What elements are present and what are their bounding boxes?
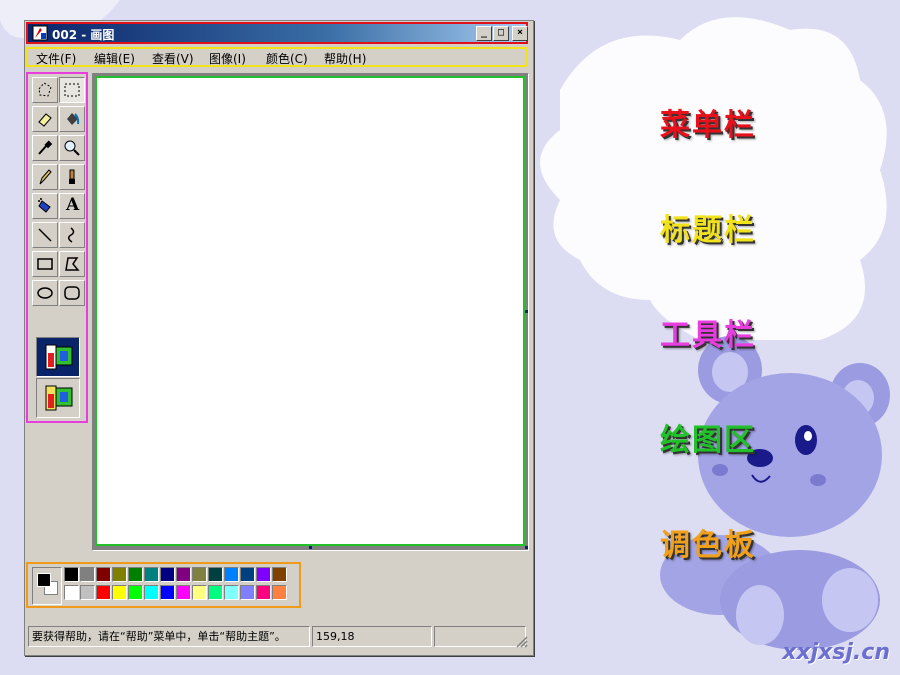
rounded-rect-icon (64, 286, 80, 300)
window-title: 002 - 画图 (52, 28, 115, 42)
option-transparent[interactable] (36, 378, 80, 418)
opaque-option-icon (45, 344, 73, 370)
tool-magnifier[interactable] (59, 135, 85, 161)
line-icon (38, 228, 52, 242)
ellipse-icon (37, 287, 53, 299)
minimize-button[interactable]: _ (476, 26, 492, 41)
palette-swatch[interactable] (64, 585, 79, 600)
tool-polygon[interactable] (59, 251, 85, 277)
tool-rectangle[interactable] (32, 251, 58, 277)
palette-swatch[interactable] (192, 567, 207, 582)
palette-swatch[interactable] (112, 585, 127, 600)
palette-swatch[interactable] (208, 585, 223, 600)
palette-swatch[interactable] (192, 585, 207, 600)
palette-swatch[interactable] (224, 567, 239, 582)
menu-file[interactable]: 文件(F) (36, 50, 76, 67)
tool-pencil[interactable] (32, 164, 58, 190)
foreground-color-swatch[interactable] (37, 573, 51, 587)
option-opaque[interactable] (36, 337, 80, 377)
palette-swatch[interactable] (272, 567, 287, 582)
palette-swatch[interactable] (256, 585, 271, 600)
tool-fill[interactable] (59, 106, 85, 132)
tool-curve[interactable] (59, 222, 85, 248)
resize-handle-right[interactable] (525, 310, 528, 313)
palette-swatch[interactable] (80, 585, 95, 600)
current-colors (32, 567, 62, 605)
palette-swatch[interactable] (160, 567, 175, 582)
canvas-scroll-area (92, 73, 529, 551)
menu-colors[interactable]: 颜色(C) (266, 50, 308, 67)
tool-brush[interactable] (59, 164, 85, 190)
tool-text[interactable]: A (59, 193, 85, 219)
palette-swatch[interactable] (176, 567, 191, 582)
palette-swatch[interactable] (80, 567, 95, 582)
eraser-icon (38, 113, 52, 127)
palette-swatch[interactable] (96, 585, 111, 600)
brush-icon (69, 169, 75, 184)
palette-swatch[interactable] (96, 567, 111, 582)
magnifier-icon (64, 140, 80, 156)
transparent-option-icon (45, 385, 73, 411)
palette-swatch[interactable] (64, 567, 79, 582)
fill-bucket-icon (67, 113, 80, 125)
paint-app-icon (32, 25, 48, 41)
color-picker-icon (38, 140, 53, 155)
tool-color-picker[interactable] (32, 135, 58, 161)
tool-free-select[interactable] (32, 77, 58, 103)
menu-bar: 文件(F) 编辑(E) 查看(V) 图像(I) 颜色(C) 帮助(H) (26, 47, 528, 67)
status-selection-size (434, 626, 526, 647)
polygon-icon (65, 257, 80, 271)
airbrush-icon (38, 198, 51, 213)
tool-ellipse[interactable] (32, 280, 58, 306)
palette-swatch[interactable] (128, 585, 143, 600)
tool-airbrush[interactable] (32, 193, 58, 219)
toolbox: A (26, 72, 88, 423)
pencil-icon (39, 169, 52, 185)
palette-swatch[interactable] (112, 567, 127, 582)
label-drawing-area: 绘图区 (660, 423, 756, 458)
tool-rect-select[interactable] (59, 77, 85, 103)
label-palette: 调色板 (660, 528, 756, 563)
maximize-button[interactable]: □ (493, 26, 509, 41)
palette-swatch[interactable] (240, 567, 255, 582)
palette-swatch[interactable] (240, 585, 255, 600)
menu-image[interactable]: 图像(I) (209, 50, 246, 67)
label-menu-bar: 菜单栏 (660, 108, 756, 143)
palette-swatch[interactable] (144, 585, 159, 600)
palette-swatch[interactable] (128, 567, 143, 582)
resize-handle-corner[interactable] (525, 546, 528, 549)
rect-select-icon (64, 83, 80, 97)
palette-swatch[interactable] (224, 585, 239, 600)
site-watermark: xxjxsj.cn (782, 640, 890, 665)
menu-help[interactable]: 帮助(H) (324, 50, 366, 67)
paint-window: 002 - 画图 _ □ × 文件(F) 编辑(E) 查看(V) 图像(I) 颜… (24, 20, 534, 656)
label-toolbar: 工具栏 (660, 318, 756, 353)
drawing-canvas[interactable] (95, 76, 525, 546)
rectangle-icon (37, 258, 53, 270)
resize-grip-icon[interactable] (514, 634, 528, 648)
title-bar[interactable]: 002 - 画图 _ □ × (26, 22, 528, 44)
palette-swatch[interactable] (160, 585, 175, 600)
status-help-text: 要获得帮助，请在“帮助”菜单中，单击“帮助主题”。 (28, 626, 310, 647)
free-select-icon (38, 82, 52, 97)
palette-swatch[interactable] (144, 567, 159, 582)
status-coordinates: 159,18 (312, 626, 432, 647)
tool-rounded-rect[interactable] (59, 280, 85, 306)
tool-line[interactable] (32, 222, 58, 248)
palette-swatch[interactable] (256, 567, 271, 582)
color-palette (26, 562, 301, 608)
status-bar: 要获得帮助，请在“帮助”菜单中，单击“帮助主题”。 159,18 (26, 624, 530, 650)
curve-icon (68, 227, 75, 243)
palette-swatch[interactable] (176, 585, 191, 600)
tool-eraser[interactable] (32, 106, 58, 132)
palette-swatch[interactable] (208, 567, 223, 582)
label-title-bar: 标题栏 (660, 213, 756, 248)
close-button[interactable]: × (512, 26, 528, 41)
palette-swatch[interactable] (272, 585, 287, 600)
menu-view[interactable]: 查看(V) (152, 50, 194, 67)
text-icon: A (66, 195, 80, 215)
menu-edit[interactable]: 编辑(E) (94, 50, 135, 67)
resize-handle-bottom[interactable] (309, 546, 312, 549)
